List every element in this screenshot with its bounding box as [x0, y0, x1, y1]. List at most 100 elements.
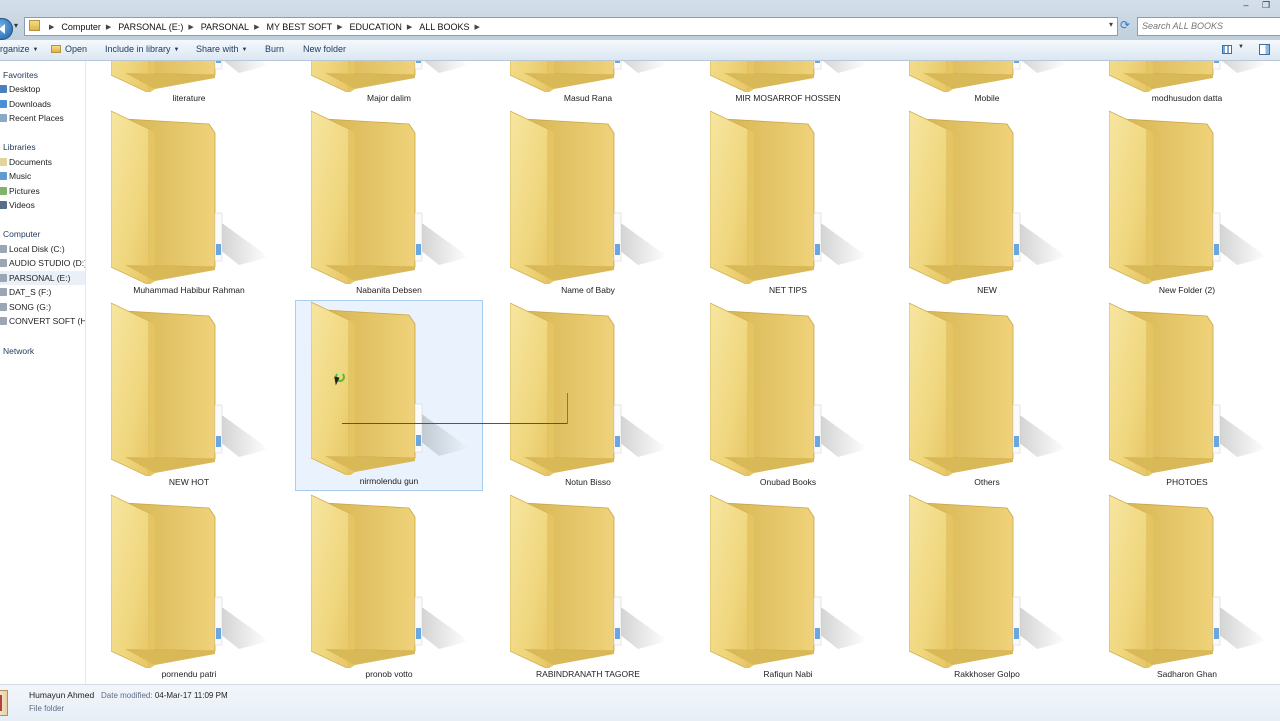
folder-name: RABINDRANATH TAGORE [536, 669, 640, 679]
nav-parsonal[interactable]: PARSONAL (E:) [0, 271, 85, 285]
details-item-type: File folder [29, 704, 65, 713]
chevron-right-icon[interactable]: ▶ [337, 23, 342, 31]
nav-song[interactable]: SONG (G:) [0, 300, 85, 314]
folder-item[interactable]: modhusudon datta [1093, 61, 1280, 107]
address-dropdown-icon[interactable]: ▾ [1109, 20, 1113, 29]
folder-item[interactable]: Onubad Books [694, 301, 882, 491]
chevron-right-icon[interactable]: ▶ [474, 23, 479, 31]
nav-downloads-label: Downloads [9, 99, 52, 109]
breadcrumb-all-books[interactable]: ALL BOOKS [419, 22, 469, 32]
folder-item[interactable]: Others [893, 301, 1081, 491]
chevron-right-icon[interactable]: ▶ [49, 23, 54, 31]
folder-item[interactable]: pornendu patri [95, 493, 283, 683]
folder-item[interactable]: Rakkhoser Golpo [893, 493, 1081, 683]
folder-item[interactable]: PHOTOES [1093, 301, 1280, 491]
folder-item-selected[interactable]: nirmolendu gun [295, 300, 483, 491]
back-arrow-icon[interactable] [0, 18, 13, 40]
nav-song-label: SONG (G:) [9, 302, 52, 312]
open-button[interactable]: Open [51, 44, 87, 54]
nav-videos[interactable]: Videos [0, 198, 85, 212]
folder-item[interactable]: NEW HOT [95, 301, 283, 491]
folder-item[interactable]: Sadharon Ghan [1093, 493, 1280, 683]
folder-item[interactable]: literature [95, 61, 283, 107]
breadcrumb-education[interactable]: EDUCATION [350, 22, 402, 32]
folder-icon [111, 109, 271, 284]
breadcrumb-parsonal-drive[interactable]: PARSONAL (E:) [118, 22, 183, 32]
chevron-right-icon[interactable]: ▶ [188, 23, 193, 31]
folder-name: Nabanita Debsen [356, 285, 422, 295]
chevron-right-icon[interactable]: ▶ [407, 23, 412, 31]
chevron-down-icon: ▼ [173, 47, 180, 53]
nav-audio-studio[interactable]: AUDIO STUDIO (D:) [0, 256, 85, 270]
folder-item[interactable]: Mobile [893, 61, 1081, 107]
change-view-icon[interactable] [1222, 45, 1232, 54]
preview-pane-icon[interactable] [1259, 44, 1270, 55]
chevron-right-icon[interactable]: ▶ [106, 23, 111, 31]
folder-name: pronob votto [365, 669, 413, 679]
refresh-icon[interactable]: ⟳ [1118, 18, 1132, 33]
nav-desktop[interactable]: Desktop [0, 82, 85, 96]
include-in-library-label: Include in library [105, 44, 171, 54]
nav-dat-s[interactable]: DAT_S (F:) [0, 285, 85, 299]
nav-pictures[interactable]: Pictures [0, 184, 85, 198]
folder-item[interactable]: NEW [893, 109, 1081, 299]
folder-icon [1109, 61, 1269, 92]
chevron-down-icon: ▼ [241, 47, 248, 53]
organize-button[interactable]: rganize ▼ [0, 44, 38, 54]
nav-documents[interactable]: Documents [0, 155, 85, 169]
folder-item[interactable]: pronob votto [295, 493, 483, 683]
folder-icon [710, 61, 870, 92]
nav-local-disk[interactable]: Local Disk (C:) [0, 242, 85, 256]
minimize-button[interactable]: – [1236, 0, 1256, 11]
folder-icon [311, 61, 471, 92]
drag-guide-tick [567, 393, 568, 424]
view-options-icon[interactable]: ▼ [1238, 44, 1244, 50]
include-in-library-button[interactable]: Include in library ▼ [105, 44, 179, 54]
chevron-right-icon[interactable]: ▶ [254, 23, 259, 31]
burn-button[interactable]: Burn [265, 44, 284, 54]
nav-desktop-label: Desktop [9, 84, 41, 94]
search-box[interactable] [1137, 17, 1280, 36]
folder-item[interactable]: NET TIPS [694, 109, 882, 299]
history-dropdown-icon[interactable]: ▾ [14, 21, 18, 30]
folder-name: Rakkhoser Golpo [954, 669, 1020, 679]
folder-name: MIR MOSARROF HOSSEN [735, 93, 841, 103]
nav-recent-places[interactable]: Recent Places [0, 111, 85, 125]
folder-item[interactable]: Nabanita Debsen [295, 109, 483, 299]
nav-music[interactable]: Music [0, 169, 85, 183]
folder-item[interactable]: MIR MOSARROF HOSSEN [694, 61, 882, 107]
folder-icon [909, 61, 1069, 92]
new-folder-button[interactable]: New folder [303, 44, 346, 54]
nav-local-disk-label: Local Disk (C:) [9, 244, 65, 254]
nav-computer[interactable]: Computer [3, 227, 88, 241]
nav-network[interactable]: Network [3, 344, 88, 358]
nav-convert-soft[interactable]: CONVERT SOFT (H:) [0, 314, 85, 328]
folder-item[interactable]: Muhammad Habibur Rahman [95, 109, 283, 299]
folder-item[interactable]: Rafiqun Nabi [694, 493, 882, 683]
maximize-button[interactable]: ❐ [1256, 0, 1276, 11]
breadcrumb-computer[interactable]: Computer [61, 22, 101, 32]
nav-favorites[interactable]: Favorites [3, 68, 88, 82]
folder-item[interactable]: Notun Bisso [494, 301, 682, 491]
folder-item[interactable]: Name of Baby [494, 109, 682, 299]
folder-name: literature [172, 93, 206, 103]
nav-downloads[interactable]: Downloads [0, 97, 85, 111]
search-input[interactable] [1138, 18, 1280, 33]
details-item-name: Humayun Ahmed [29, 690, 95, 700]
address-field[interactable]: ▶ Computer ▶ PARSONAL (E:) ▶ PARSONAL ▶ … [24, 17, 1118, 36]
folder-item[interactable]: RABINDRANATH TAGORE [494, 493, 682, 683]
share-with-button[interactable]: Share with ▼ [196, 44, 247, 54]
folder-item[interactable]: Masud Rana [494, 61, 682, 107]
desktop-icon [0, 85, 7, 93]
breadcrumb-my-best-soft[interactable]: MY BEST SOFT [266, 22, 332, 32]
new-folder-label: New folder [303, 44, 347, 54]
nav-libraries[interactable]: Libraries [3, 140, 88, 154]
folder-name: NEW [977, 285, 997, 295]
nav-dat-s-label: DAT_S (F:) [9, 287, 52, 297]
breadcrumb-parsonal[interactable]: PARSONAL [201, 22, 249, 32]
pictures-icon [0, 187, 7, 195]
folder-icon [311, 493, 471, 668]
folder-item[interactable]: New Folder (2) [1093, 109, 1280, 299]
folder-item[interactable]: Major dalim [295, 61, 483, 107]
folder-name: Others [974, 477, 1000, 487]
